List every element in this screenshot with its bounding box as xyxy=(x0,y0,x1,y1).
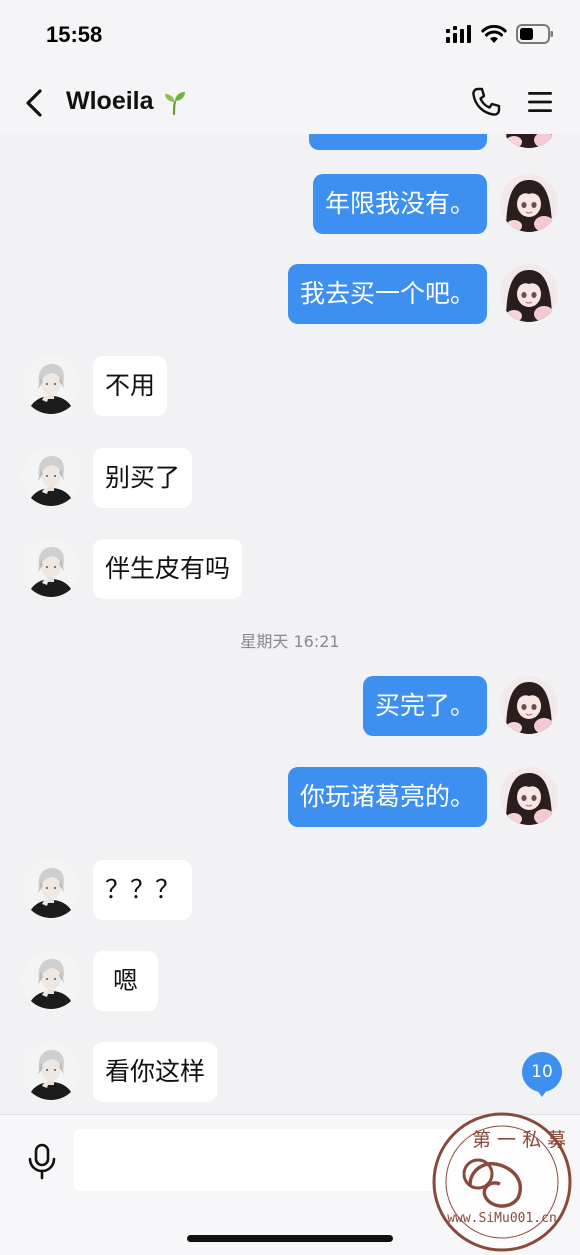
timestamp-divider: 星期天 16:21 xyxy=(240,632,340,651)
message-bubble[interactable]: ？？？ xyxy=(93,860,193,920)
status-time: 15:58 xyxy=(46,22,103,47)
unread-count-badge[interactable]: 10 xyxy=(522,1052,562,1097)
message-bubble[interactable]: 我去买一个吧。 xyxy=(287,264,487,324)
message-row: 看你这样 xyxy=(0,1040,580,1102)
message-bubble[interactable]: 不用 xyxy=(93,356,168,416)
message-list[interactable]: 年限我没有。 我去买一个吧。 不用 别买了 伴生皮有吗 星期天 16:21 买完… xyxy=(0,134,580,1114)
menu-button[interactable] xyxy=(526,88,554,116)
message-row: 你玩诸葛亮的。 xyxy=(0,765,580,827)
contact-name[interactable]: Wloeila xyxy=(66,87,154,116)
back-button[interactable] xyxy=(18,86,50,120)
message-bubble[interactable]: 你玩诸葛亮的。 xyxy=(287,767,487,827)
message-bubble[interactable]: 伴生皮有吗 xyxy=(93,539,243,599)
call-button[interactable] xyxy=(470,86,502,118)
message-bubble[interactable]: 年限我没有。 xyxy=(312,174,487,234)
status-bar: 15:58 xyxy=(0,0,580,72)
message-bubble-partial xyxy=(309,134,487,150)
contact-avatar[interactable] xyxy=(22,356,80,414)
watermark-stamp: 第 一 私 募 www.SiMu001.cn xyxy=(432,1112,572,1252)
self-avatar[interactable] xyxy=(500,264,558,322)
microphone-icon xyxy=(28,1143,56,1180)
message-bubble[interactable]: 嗯 xyxy=(93,951,159,1011)
home-indicator[interactable] xyxy=(187,1235,393,1242)
wifi-icon xyxy=(481,24,507,43)
contact-avatar[interactable] xyxy=(22,860,80,918)
self-avatar[interactable] xyxy=(500,174,558,232)
chevron-left-icon xyxy=(26,89,42,117)
message-row: 年限我没有。 xyxy=(0,172,580,234)
self-avatar[interactable] xyxy=(500,767,558,825)
voice-button[interactable] xyxy=(24,1141,60,1181)
phone-icon xyxy=(472,87,501,116)
message-input[interactable] xyxy=(74,1129,474,1191)
contact-avatar[interactable] xyxy=(22,448,80,506)
contact-avatar[interactable] xyxy=(22,951,80,1009)
message-row: 买完了。 xyxy=(0,674,580,736)
message-row: 嗯 xyxy=(0,949,580,1011)
message-bubble[interactable]: 买完了。 xyxy=(362,676,487,736)
watermark-text-bottom: www.SiMu001.cn xyxy=(447,1211,557,1226)
self-avatar[interactable] xyxy=(500,676,558,734)
chat-header: Wloeila xyxy=(0,72,580,134)
message-row: 不用 xyxy=(0,354,580,416)
battery-icon xyxy=(516,24,553,44)
message-row: 我去买一个吧。 xyxy=(0,262,580,324)
message-row-partial xyxy=(0,134,580,150)
contact-avatar[interactable] xyxy=(22,539,80,597)
status-icons xyxy=(446,24,554,44)
message-bubble[interactable]: 别买了 xyxy=(93,448,193,508)
message-row: ？？？ xyxy=(0,858,580,920)
watermark-text-top: 第 一 私 募 xyxy=(472,1129,566,1151)
signal-icon xyxy=(446,25,471,43)
message-bubble[interactable]: 看你这样 xyxy=(93,1042,218,1102)
self-avatar[interactable] xyxy=(500,134,558,148)
message-row: 别买了 xyxy=(0,446,580,508)
message-row: 伴生皮有吗 xyxy=(0,537,580,599)
menu-icon xyxy=(528,92,552,112)
contact-avatar[interactable] xyxy=(22,1042,80,1100)
sprout-icon xyxy=(165,92,185,116)
